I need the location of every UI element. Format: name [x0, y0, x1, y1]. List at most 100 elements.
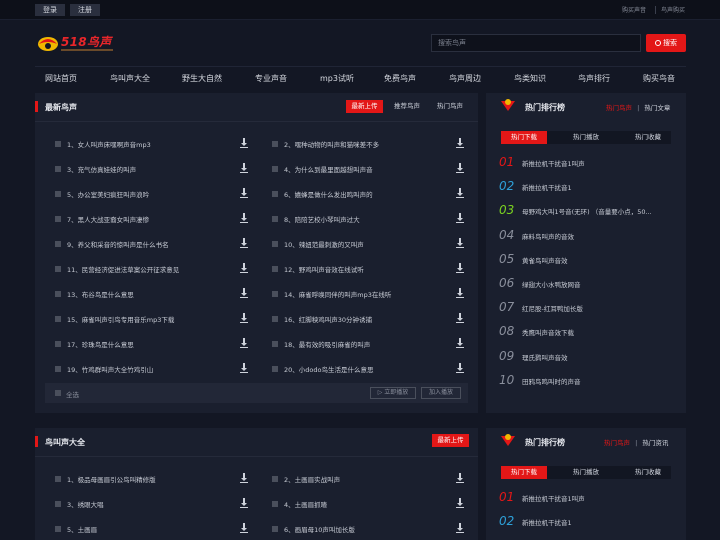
- nav-item[interactable]: 野生大自然: [182, 73, 222, 84]
- download-icon[interactable]: [456, 288, 464, 298]
- tab-latest-upload[interactable]: 最新上传: [346, 100, 383, 113]
- select-checkbox[interactable]: [272, 141, 278, 147]
- nav-item[interactable]: 免费鸟声: [384, 73, 416, 84]
- list-item[interactable]: 18、最有效的吸引麻雀的叫声: [272, 338, 466, 350]
- download-icon[interactable]: [456, 163, 464, 173]
- tab-hot-collect[interactable]: 热门收藏: [625, 466, 671, 479]
- rank-item-title[interactable]: 绿翅大小水鸭放网音: [522, 279, 581, 289]
- select-checkbox[interactable]: [272, 526, 278, 532]
- download-icon[interactable]: [456, 188, 464, 198]
- sound-title-link[interactable]: 1、女人叫声床嘿啊声音mp3: [67, 139, 151, 149]
- hot-news-link[interactable]: 热门资讯: [642, 439, 668, 447]
- nav-item[interactable]: 专业声音: [255, 73, 287, 84]
- rank-item[interactable]: 06 绿翅大小水鸭放网音: [499, 276, 679, 290]
- select-checkbox[interactable]: [55, 501, 61, 507]
- rank-item-title[interactable]: 麻料鸟叫声的音效: [522, 231, 574, 241]
- sound-title-link[interactable]: 4、为什么到最里面越想叫声音: [284, 164, 373, 174]
- register-button[interactable]: 注册: [70, 4, 100, 16]
- hot-sounds-link[interactable]: 热门鸟声: [604, 439, 630, 447]
- list-item[interactable]: 19、竹鸡群叫声大全竹鸡引山: [55, 363, 250, 375]
- select-checkbox[interactable]: [55, 291, 61, 297]
- nav-item[interactable]: 鸟叫声大全: [110, 73, 150, 84]
- nav-item[interactable]: 购买鸟音: [643, 73, 675, 84]
- download-icon[interactable]: [240, 498, 248, 508]
- add-to-playlist-button[interactable]: 加入播放: [421, 387, 461, 399]
- rank-item-title[interactable]: 母野鸡大叫1号音(无环) （音量要小点，50...: [522, 206, 652, 216]
- select-checkbox[interactable]: [55, 191, 61, 197]
- rank-item-title[interactable]: 新推拉机干扰音1叫声: [522, 493, 585, 503]
- download-icon[interactable]: [456, 363, 464, 373]
- select-checkbox[interactable]: [55, 316, 61, 322]
- tab-hot-play[interactable]: 热门播放: [563, 131, 609, 144]
- rank-item[interactable]: 03 母野鸡大叫1号音(无环) （音量要小点，50...: [499, 203, 679, 217]
- download-icon[interactable]: [456, 138, 464, 148]
- sound-title-link[interactable]: 5、办公室美妇疯狂叫声浪吟: [67, 189, 149, 199]
- nav-item[interactable]: mp3试听: [320, 73, 354, 84]
- rank-item[interactable]: 02 新推拉机干扰音1: [499, 514, 679, 528]
- list-item[interactable]: 8、陪陪艺校小琴叫声过大: [272, 213, 466, 225]
- select-checkbox[interactable]: [272, 341, 278, 347]
- list-item[interactable]: 2、嘿种动物的叫声和猫咪差不多: [272, 138, 466, 150]
- select-all-checkbox[interactable]: [55, 390, 61, 396]
- select-checkbox[interactable]: [272, 266, 278, 272]
- download-icon[interactable]: [240, 238, 248, 248]
- rank-item[interactable]: 04 麻料鸟叫声的音效: [499, 228, 679, 242]
- rank-item-title[interactable]: 秃鹰叫声音效下载: [522, 327, 574, 337]
- select-checkbox[interactable]: [272, 291, 278, 297]
- download-icon[interactable]: [456, 473, 464, 483]
- rank-item[interactable]: 02 新推拉机干扰音1: [499, 179, 679, 193]
- list-item[interactable]: 13、布谷鸟是什么意思: [55, 288, 250, 300]
- download-icon[interactable]: [240, 313, 248, 323]
- download-icon[interactable]: [240, 338, 248, 348]
- rank-item[interactable]: 01 新推拉机干扰音1叫声: [499, 490, 679, 504]
- select-checkbox[interactable]: [272, 216, 278, 222]
- download-icon[interactable]: [240, 138, 248, 148]
- nav-item[interactable]: 鸟类知识: [514, 73, 546, 84]
- download-icon[interactable]: [456, 263, 464, 273]
- sound-title-link[interactable]: 11、民营经济促进法草案公开征求意见: [67, 264, 179, 274]
- tab-hot-download[interactable]: 热门下载: [501, 131, 547, 144]
- sound-title-link[interactable]: 14、麻雀呼唤同伴的叫声mp3在线听: [284, 289, 391, 299]
- rank-item-title[interactable]: 新推拉机干扰音1叫声: [522, 158, 585, 168]
- list-item[interactable]: 12、野鸡叫声音效在线试听: [272, 263, 466, 275]
- list-item[interactable]: 5、土画眉: [55, 523, 250, 535]
- download-icon[interactable]: [456, 213, 464, 223]
- select-checkbox[interactable]: [55, 526, 61, 532]
- download-icon[interactable]: [240, 163, 248, 173]
- sound-title-link[interactable]: 4、土画眉抓喳: [284, 499, 327, 509]
- list-item[interactable]: 3、充气仿真娃娃的叫声: [55, 163, 250, 175]
- list-item[interactable]: 5、办公室美妇疯狂叫声浪吟: [55, 188, 250, 200]
- select-checkbox[interactable]: [55, 241, 61, 247]
- search-button[interactable]: 搜索: [646, 34, 686, 52]
- tab-recommended[interactable]: 推荐鸟声: [390, 100, 424, 113]
- buy-sound-link[interactable]: 购买声音: [622, 5, 646, 14]
- rank-item[interactable]: 05 黄雀鸟叫声音效: [499, 252, 679, 266]
- select-checkbox[interactable]: [55, 366, 61, 372]
- hot-articles-link[interactable]: 热门文章: [644, 104, 670, 112]
- rank-item-title[interactable]: 红尼股-红耳鸭加长版: [522, 303, 583, 313]
- download-icon[interactable]: [240, 523, 248, 533]
- tab-hot-sounds[interactable]: 热门鸟声: [433, 100, 467, 113]
- select-checkbox[interactable]: [272, 191, 278, 197]
- sound-title-link[interactable]: 3、充气仿真娃娃的叫声: [67, 164, 136, 174]
- login-button[interactable]: 登录: [35, 4, 65, 16]
- rank-item[interactable]: 09 理氏鹨叫声音效: [499, 349, 679, 363]
- list-item[interactable]: 4、为什么到最里面越想叫声音: [272, 163, 466, 175]
- list-item[interactable]: 6、嬉蜂是做什么发出鸣叫声的: [272, 188, 466, 200]
- nav-item[interactable]: 鸟声周边: [449, 73, 481, 84]
- list-item[interactable]: 7、黑人大战亚裔女叫声凄惨: [55, 213, 250, 225]
- hot-sounds-link[interactable]: 热门鸟声: [606, 104, 632, 112]
- rank-item[interactable]: 08 秃鹰叫声音效下载: [499, 324, 679, 338]
- select-checkbox[interactable]: [272, 501, 278, 507]
- sound-title-link[interactable]: 2、土画眉实战叫声: [284, 474, 340, 484]
- sound-title-link[interactable]: 7、黑人大战亚裔女叫声凄惨: [67, 214, 149, 224]
- select-checkbox[interactable]: [272, 476, 278, 482]
- rank-item[interactable]: 07 红尼股-红耳鸭加长版: [499, 300, 679, 314]
- buy-bird-link[interactable]: 鸟声购买: [661, 5, 685, 14]
- select-checkbox[interactable]: [55, 476, 61, 482]
- tab-latest-upload[interactable]: 最新上传: [432, 434, 469, 447]
- list-item[interactable]: 1、女人叫声床嘿啊声音mp3: [55, 138, 250, 150]
- rank-item-title[interactable]: 黄雀鸟叫声音效: [522, 255, 568, 265]
- list-item[interactable]: 11、民营经济促进法草案公开征求意见: [55, 263, 250, 275]
- download-icon[interactable]: [456, 313, 464, 323]
